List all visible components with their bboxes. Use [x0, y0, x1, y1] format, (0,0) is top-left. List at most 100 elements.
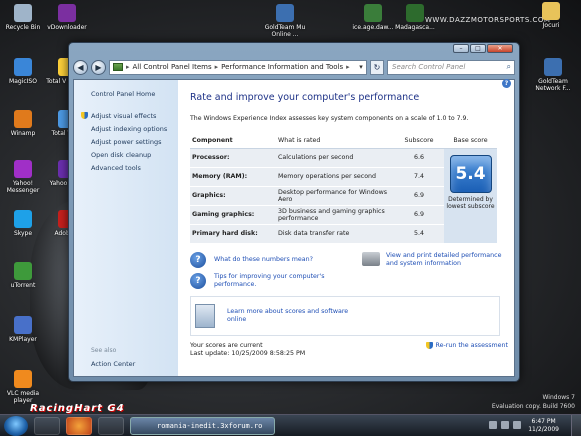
tray-flag-icon[interactable]: [513, 421, 521, 429]
desktop-icon-label: GoldTeam Mu Online ...: [264, 24, 306, 38]
last-update-text: Last update: 10/25/2009 8:58:25 PM: [190, 349, 306, 357]
tray-volume-icon[interactable]: [501, 421, 509, 429]
navigation-bar: ◀ ▶ ▸ All Control Panel Items ▸ Performa…: [73, 57, 515, 77]
row-component: Processor:: [190, 148, 276, 168]
rerun-assessment-link[interactable]: Re-run the assessment: [425, 342, 508, 350]
see-also-heading: See also: [91, 347, 117, 354]
breadcrumb-performance[interactable]: Performance Information and Tools: [221, 63, 343, 71]
windows-evaluation-watermark: Windows 7 Evaluation copy. Build 7600: [492, 393, 575, 411]
desktop-icon-goldteam-network[interactable]: GoldTeam Network F...: [530, 58, 576, 92]
sidebar-link-visual-effects[interactable]: Adjust visual effects: [81, 109, 178, 122]
sidebar-link-advanced-tools[interactable]: Advanced tools: [91, 161, 178, 174]
print-details-link[interactable]: View and print detailed performance and …: [386, 252, 502, 268]
breadcrumb-all-items[interactable]: All Control Panel Items: [133, 63, 212, 71]
row-what: 3D business and gaming graphics performa…: [276, 205, 394, 225]
row-what: Memory operations per second: [276, 167, 394, 187]
row-component: Primary hard disk:: [190, 224, 276, 244]
maximize-button[interactable]: □: [470, 44, 486, 53]
skype-icon: [14, 210, 32, 228]
desktop-icon[interactable]: Winamp: [0, 110, 46, 137]
desktop-icon[interactable]: VLC media player: [0, 370, 46, 404]
desktop-icon[interactable]: uTorrent: [0, 262, 46, 289]
taskbar-app-nvidia[interactable]: [98, 416, 124, 435]
windows-build-text: Evaluation copy. Build 7600: [491, 403, 575, 410]
search-input[interactable]: Search Control Panel ⌕: [387, 59, 515, 75]
desktop-icon-label: uTorrent: [10, 282, 36, 289]
sidebar-link-power[interactable]: Adjust power settings: [91, 135, 178, 148]
desktop-icon-label: KMPlayer: [9, 336, 37, 343]
show-desktop-button[interactable]: [571, 415, 581, 436]
wallpaper-racing-logo: RacingHart G4: [30, 403, 125, 414]
search-icon[interactable]: ⌕: [507, 62, 511, 72]
clock-time: 6:47 PM: [531, 418, 556, 425]
action-center-link[interactable]: Action Center: [91, 360, 135, 368]
row-subscore: 5.4: [394, 224, 444, 244]
search-placeholder: Search Control Panel: [392, 63, 466, 71]
goldteam-icon: [544, 58, 562, 76]
help-item: ? What do these numbers mean?: [190, 251, 350, 268]
taskbar-active-window[interactable]: romania-inedit.3xforum.ro: [130, 416, 275, 435]
sidebar-link-label: Adjust indexing options: [91, 124, 168, 133]
minimize-button[interactable]: –: [453, 44, 469, 53]
task-sidebar: Control Panel Home Adjust visual effects…: [74, 80, 178, 376]
taskbar: romania-inedit.3xforum.ro 6:47 PM 11/2/2…: [0, 414, 581, 436]
sidebar-link-indexing[interactable]: Adjust indexing options: [91, 122, 178, 135]
numbers-meaning-link[interactable]: What do these numbers mean?: [214, 256, 313, 264]
row-what: Desktop performance for Windows Aero: [276, 186, 394, 206]
winamp-icon: [14, 110, 32, 128]
desktop-icon[interactable]: Yahoo! Messenger: [0, 160, 46, 194]
clock-date: 11/2/2009: [528, 426, 559, 433]
learn-more-link[interactable]: Learn more about scores and software onl…: [227, 308, 357, 324]
desktop-icon[interactable]: Madagasca...: [392, 4, 438, 31]
desktop-icon[interactable]: Skype: [0, 210, 46, 237]
taskbar-app-explorer[interactable]: [34, 416, 60, 435]
desktop-icon-label: ice.age.daw...: [352, 24, 394, 31]
desktop-icon-label: Yahoo! Messenger: [6, 180, 40, 194]
address-dropdown-icon[interactable]: ▾: [356, 63, 366, 71]
address-bar[interactable]: ▸ All Control Panel Items ▸ Performance …: [109, 59, 367, 75]
yahoo-messenger-icon: [14, 160, 32, 178]
software-box-icon: [195, 303, 215, 328]
sidebar-link-label: Advanced tools: [91, 163, 141, 172]
row-component: Gaming graphics:: [190, 205, 276, 225]
kmplayer-icon: [14, 316, 32, 334]
help-icon[interactable]: ?: [502, 79, 511, 88]
desktop-icon[interactable]: KMPlayer: [0, 316, 46, 343]
refresh-button[interactable]: ↻: [370, 59, 384, 75]
desktop-icon[interactable]: MagicISO: [0, 58, 46, 85]
taskbar-clock[interactable]: 6:47 PM 11/2/2009: [528, 418, 559, 434]
window-content: Control Panel Home Adjust visual effects…: [73, 79, 515, 377]
control-panel-home-link[interactable]: Control Panel Home: [91, 90, 178, 98]
taskbar-app-firefox[interactable]: [66, 416, 92, 435]
improve-tips-link[interactable]: Tips for improving your computer's perfo…: [214, 273, 350, 289]
folder-icon: [542, 2, 560, 20]
desktop-icon[interactable]: GoldTeam Mu Online ...: [262, 4, 308, 38]
desktop-icon[interactable]: ice.age.daw...: [350, 4, 396, 31]
desktop-icon-label: Madagasca...: [395, 24, 435, 31]
desktop-icon[interactable]: Recycle Bin: [0, 4, 46, 31]
uac-shield-icon: [81, 112, 88, 119]
video-file-icon: [364, 4, 382, 22]
desktop-icon[interactable]: vDownloader: [44, 4, 90, 31]
row-subscore: 6.9: [394, 186, 444, 206]
question-icon: ?: [190, 251, 206, 268]
magiciso-icon: [14, 58, 32, 76]
start-button[interactable]: [4, 415, 28, 436]
score-table: Component What is rated Subscore Base sc…: [190, 134, 497, 244]
breadcrumb-separator: ▸: [126, 63, 130, 71]
sidebar-link-disk-cleanup[interactable]: Open disk cleanup: [91, 148, 178, 161]
vlc-icon: [14, 370, 32, 388]
desktop-icon-label: GoldTeam Network F...: [535, 78, 571, 92]
question-icon: ?: [190, 272, 206, 289]
header-subscore: Subscore: [394, 134, 444, 149]
desktop-icon[interactable]: Jocuri: [528, 2, 574, 29]
downloader-icon: [58, 4, 76, 22]
recycle-bin-icon: [14, 4, 32, 22]
back-button[interactable]: ◀: [73, 59, 88, 75]
tray-network-icon[interactable]: [489, 421, 497, 429]
close-button[interactable]: ✕: [487, 44, 513, 53]
forward-button[interactable]: ▶: [91, 59, 106, 75]
help-links-area: ? What do these numbers mean? ? Tips for…: [190, 251, 508, 294]
help-links-column: ? What do these numbers mean? ? Tips for…: [190, 251, 350, 294]
row-what: Calculations per second: [276, 148, 394, 168]
